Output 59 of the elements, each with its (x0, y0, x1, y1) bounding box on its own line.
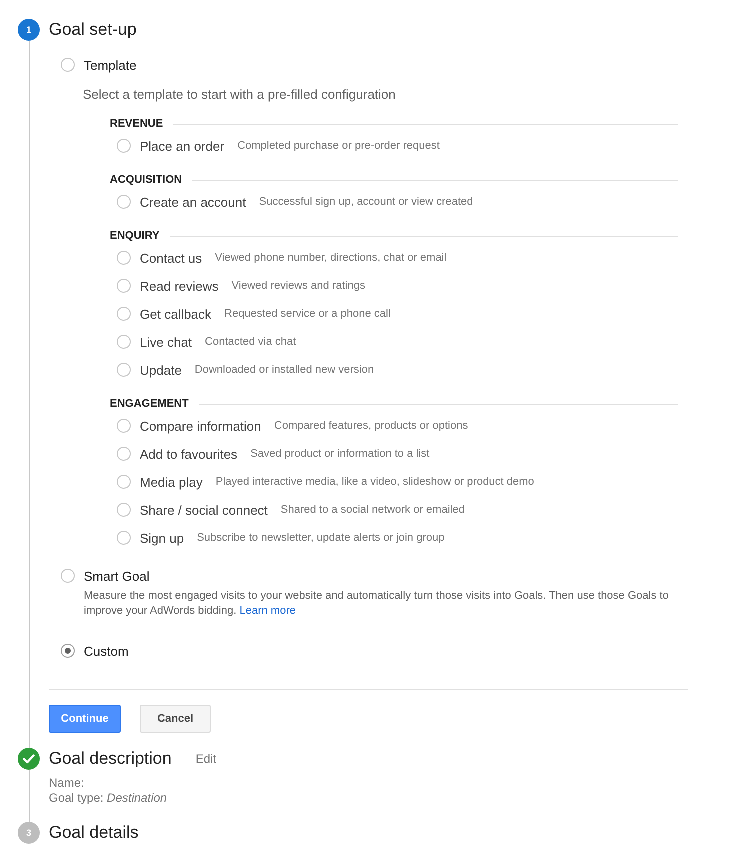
template-name[interactable]: Media play (140, 474, 203, 490)
radio-button[interactable] (61, 644, 75, 658)
step-title: Goal set-up (49, 19, 137, 41)
section-heading: REVENUE (110, 118, 164, 130)
step-number: 1 (18, 19, 40, 41)
template-description: Subscribe to newsletter, update alerts or join group (197, 532, 445, 544)
radio-button[interactable] (117, 279, 131, 293)
template-description: Played interactive media, like a video, slideshow or product demo (216, 476, 534, 488)
radio-button[interactable] (117, 363, 131, 377)
template-intro: Select a template to start with a pre-filled configuration (83, 87, 397, 103)
radio-button[interactable] (117, 475, 131, 489)
template-name[interactable]: Share / social connect (140, 502, 268, 518)
option-label[interactable]: Custom (84, 644, 129, 658)
template-name[interactable]: Live chat (140, 334, 192, 350)
template-name[interactable]: Place an order (140, 138, 225, 154)
radio-button[interactable] (117, 139, 131, 153)
template-name[interactable]: Create an account (140, 194, 246, 210)
template-description: Downloaded or installed new version (194, 364, 374, 376)
radio-button[interactable] (117, 195, 131, 209)
summary-line: Name: (49, 776, 86, 791)
option-label[interactable]: Template (84, 58, 137, 72)
template-name[interactable]: Contact us (140, 250, 202, 266)
step-title: Goal details (49, 822, 139, 844)
radio-button[interactable] (117, 335, 131, 349)
cancel-button[interactable]: Cancel (140, 705, 211, 733)
learn-more-link[interactable]: Learn more (240, 605, 296, 617)
radio-button[interactable] (117, 251, 131, 265)
radio-button[interactable] (61, 569, 75, 583)
radio-button[interactable] (117, 307, 131, 321)
section-heading: ENGAGEMENT (110, 398, 189, 410)
radio-button[interactable] (117, 531, 131, 545)
template-description: Compared features, products or options (274, 420, 468, 432)
template-description: Successful sign up, account or view created (259, 196, 474, 208)
radio-button[interactable] (117, 447, 131, 461)
radio-button[interactable] (117, 503, 131, 517)
option-description: Measure the most engaged visits to your website and automatically turn those visits into Goals. Then use those Goals to improve your AdWords bidding. Learn more (84, 589, 670, 619)
template-name[interactable]: Read reviews (140, 278, 219, 294)
template-description: Viewed phone number, directions, chat or email (215, 252, 447, 264)
template-description: Viewed reviews and ratings (232, 280, 366, 292)
template-name[interactable]: Compare information (140, 418, 262, 434)
template-name[interactable]: Update (140, 362, 182, 378)
template-description: Completed purchase or pre-order request (238, 140, 440, 152)
radio-button[interactable] (61, 58, 75, 72)
option-label[interactable]: Smart Goal (84, 568, 150, 584)
radio-button[interactable] (117, 419, 131, 433)
template-name[interactable]: Sign up (140, 530, 184, 546)
template-description: Shared to a social network or emailed (280, 504, 465, 516)
step-number: 3 (18, 822, 40, 844)
section-heading: ACQUISITION (110, 174, 182, 186)
template-description: Requested service or a phone call (224, 308, 391, 320)
check-icon (18, 748, 40, 770)
step-title: Goal description (49, 748, 172, 770)
template-description: Saved product or information to a list (250, 448, 430, 460)
template-description: Contacted via chat (205, 336, 296, 348)
template-name[interactable]: Get callback (140, 306, 212, 322)
section-heading: ENQUIRY (110, 230, 160, 242)
edit-link[interactable]: Edit (196, 751, 217, 767)
template-name[interactable]: Add to favourites (140, 446, 238, 462)
summary-line: Goal type: Destination (49, 791, 168, 806)
